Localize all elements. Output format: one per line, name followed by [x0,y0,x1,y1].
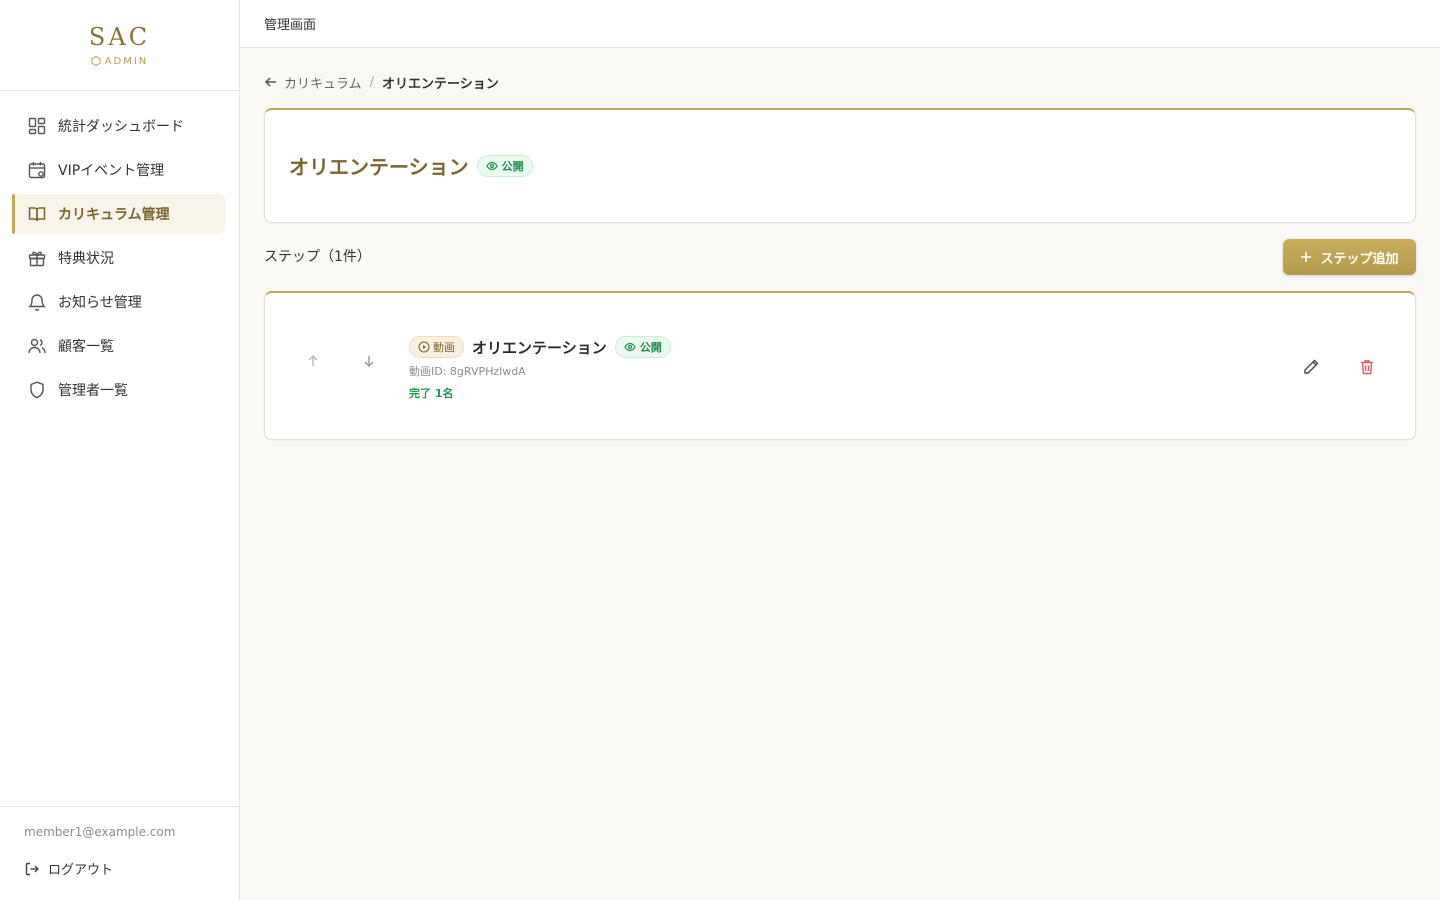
calendar-icon [27,160,47,180]
curriculum-title-row: オリエンテーション 公開 [289,151,533,180]
sidebar-item-benefits[interactable]: 特典状況 [13,238,226,278]
sidebar-item-label: 統計ダッシュボード [58,119,184,135]
sidebar-item-label: 特典状況 [58,251,114,267]
page-title: オリエンテーション [289,155,469,179]
sidebar-item-label: 管理者一覧 [58,383,128,399]
add-step-label: ステップ追加 [1320,250,1399,266]
logout-button[interactable]: ログアウト [24,859,113,878]
trash-icon [1361,360,1373,375]
logo-sub-label: ADMIN [104,55,149,67]
delete-step-button[interactable] [1355,355,1379,379]
sidebar-item-admins[interactable]: 管理者一覧 [13,370,226,410]
arrow-down-icon [364,356,374,367]
plus-icon [1301,252,1312,262]
play-circle-icon [418,341,430,353]
pencil-icon [1304,359,1319,374]
sidebar-item-label: お知らせ管理 [58,295,142,311]
logo-subtitle: ADMIN [91,56,149,67]
step-status-badge: 公開 [614,336,671,358]
top-header: 管理画面 [240,0,1440,48]
sidebar-item-label: VIPイベント管理 [58,163,165,179]
sidebar-item-customers[interactable]: 顧客一覧 [13,326,226,366]
sidebar-item-notifications[interactable]: お知らせ管理 [13,282,226,322]
move-down-button[interactable] [357,349,381,373]
gift-icon [27,248,47,268]
bell-icon [27,292,47,312]
breadcrumb-separator: / [369,74,375,90]
step-status-label: 公開 [639,341,662,354]
arrow-up-icon [308,355,318,366]
step-type-badge: 動画 [409,336,464,358]
status-badge-label: 公開 [501,159,524,173]
sidebar-item-vip-events[interactable]: VIPイベント管理 [13,150,226,190]
eye-icon [624,342,636,352]
breadcrumb: カリキュラム / オリエンテーション [264,72,499,92]
step-video-id: 動画ID: 8gRVPHzlwdA [409,365,526,378]
curriculum-title-card: オリエンテーション 公開 [264,108,1416,223]
eye-icon [485,161,498,170]
logout-icon [25,862,39,875]
step-completed-count: 完了 1名 [409,387,454,400]
status-badge: 公開 [476,154,533,177]
step-type-label: 動画 [433,341,455,354]
user-email: member1@example.com [24,825,176,839]
sidebar-nav: 統計ダッシュボード VIPイベント管理 カリキュラム管理 特典状況 お知らせ管理 [0,91,239,410]
add-step-button[interactable]: ステップ追加 [1283,239,1416,275]
breadcrumb-back-link[interactable]: カリキュラム [264,73,362,92]
shield-icon [27,380,47,400]
sidebar-item-label: 顧客一覧 [58,339,114,355]
breadcrumb-current: オリエンテーション [382,76,499,92]
header-title: 管理画面 [264,18,317,33]
step-title: オリエンテーション [472,338,607,357]
users-icon [27,336,47,356]
edit-step-button[interactable] [1299,355,1323,379]
logout-label: ログアウト [48,863,114,878]
steps-header: ステップ（1件） [264,249,371,265]
step-title-row: 動画 オリエンテーション 公開 [409,335,671,359]
step-info: 動画 オリエンテーション 公開 動画ID: 8gRVPHzlwdA 完了 1名 [409,335,671,401]
hexagon-icon [91,56,101,66]
sidebar: SAC ADMIN 統計ダッシュボード VIPイベント管理 カリキュラム管理 特… [0,0,240,900]
book-icon [27,204,47,224]
sidebar-item-curriculum[interactable]: カリキュラム管理 [12,194,226,234]
breadcrumb-parent: カリキュラム [284,76,362,92]
arrow-left-icon [264,77,276,87]
logo-title: SAC [88,22,151,51]
sidebar-footer: member1@example.com ログアウト [0,806,239,900]
logo: SAC ADMIN [0,0,239,91]
sidebar-item-dashboard[interactable]: 統計ダッシュボード [13,106,226,146]
move-up-button[interactable] [301,349,325,373]
sidebar-item-label: カリキュラム管理 [58,207,170,223]
step-card: 動画 オリエンテーション 公開 動画ID: 8gRVPHzlwdA 完了 1名 [264,291,1416,440]
dashboard-icon [27,116,47,136]
